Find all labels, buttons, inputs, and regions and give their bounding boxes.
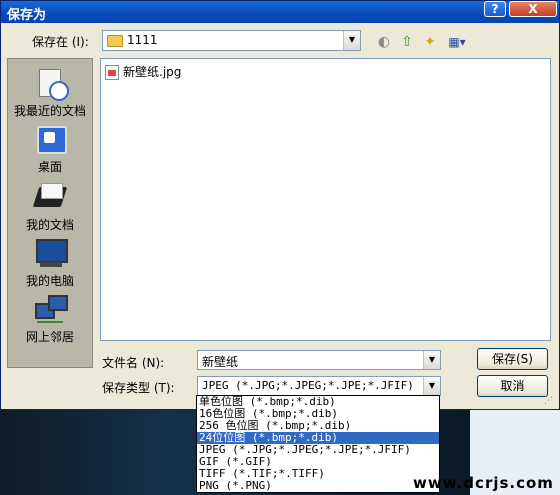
filename-input[interactable]: 新壁纸 ▼ [197, 350, 441, 370]
new-folder-icon[interactable]: ✦ [421, 34, 439, 50]
filetype-option[interactable]: GIF (*.GIF) [197, 456, 439, 468]
place-label: 网上邻居 [25, 330, 74, 344]
filetype-select[interactable]: JPEG (*.JPG;*.JPEG;*.JPE;*.JFIF) ▼ [197, 376, 441, 396]
filetype-option[interactable]: TIFF (*.TIF;*.TIFF) [197, 468, 439, 480]
filetype-value: JPEG (*.JPG;*.JPEG;*.JPE;*.JFIF) [202, 379, 414, 392]
place-my-computer[interactable]: 我的电脑 [8, 237, 92, 289]
chevron-down-icon[interactable]: ▼ [423, 351, 440, 369]
save-as-dialog: 保存为 ? X 保存在 (I): 1111 ▼ ◐ ⇧ ✦ ▦▾ 我最近的文档 … [0, 0, 560, 410]
network-places-icon [33, 293, 68, 325]
filetype-option[interactable]: JPEG (*.JPG;*.JPEG;*.JPE;*.JFIF) [197, 444, 439, 456]
filetype-option[interactable]: 256 色位图 (*.bmp;*.dib) [197, 420, 439, 432]
up-folder-icon[interactable]: ⇧ [398, 34, 416, 50]
filetype-option[interactable]: PNG (*.PNG) [197, 480, 439, 492]
place-label: 我的文档 [25, 218, 74, 232]
places-bar: 我最近的文档 桌面 我的文档 我的电脑 网上邻居 [7, 58, 93, 368]
folder-icon [107, 35, 123, 47]
file-item[interactable]: 新壁纸.jpg [105, 63, 181, 80]
views-menu-icon[interactable]: ▦▾ [445, 34, 469, 50]
save-in-value: 1111 [127, 33, 158, 47]
filetype-option[interactable]: 单色位图 (*.bmp;*.dib) [197, 396, 439, 408]
chevron-down-icon[interactable]: ▼ [423, 377, 440, 395]
dialog-title: 保存为 [7, 8, 47, 23]
save-in-combobox[interactable]: 1111 ▼ [102, 30, 361, 51]
save-in-label: 保存在 (I): [32, 35, 89, 49]
back-icon[interactable]: ◐ [375, 34, 393, 50]
place-desktop[interactable]: 桌面 [8, 123, 92, 175]
close-button[interactable]: X [509, 1, 557, 17]
watermark-text: www.dcrjs.com [413, 474, 554, 492]
filetype-option[interactable]: 24位位图 (*.bmp;*.dib) [197, 432, 439, 444]
title-bar[interactable]: 保存为 ? X [1, 1, 559, 23]
cancel-button[interactable]: 取消 [477, 375, 548, 397]
file-list[interactable]: 新壁纸.jpg [100, 58, 551, 341]
save-button[interactable]: 保存(S) [477, 348, 548, 370]
image-file-icon [105, 65, 119, 80]
recent-documents-icon [33, 67, 69, 101]
my-documents-icon [32, 181, 68, 213]
filetype-option[interactable]: 16色位图 (*.bmp;*.dib) [197, 408, 439, 420]
place-label: 桌面 [37, 160, 62, 174]
filetype-label: 保存类型 (T): [102, 381, 175, 395]
filetype-dropdown-list[interactable]: 单色位图 (*.bmp;*.dib) 16色位图 (*.bmp;*.dib) 2… [196, 395, 440, 493]
chevron-down-icon[interactable]: ▼ [343, 31, 360, 50]
resize-grip-icon[interactable]: ⋰ [544, 396, 556, 408]
place-my-documents[interactable]: 我的文档 [8, 181, 92, 233]
place-label: 我最近的文档 [13, 104, 86, 118]
my-computer-icon [33, 237, 68, 269]
place-recent-documents[interactable]: 我最近的文档 [8, 67, 92, 119]
file-name: 新壁纸.jpg [123, 65, 182, 79]
place-network[interactable]: 网上邻居 [8, 293, 92, 345]
desktop-icon [33, 123, 67, 155]
filename-label: 文件名 (N): [102, 356, 165, 370]
place-label: 我的电脑 [25, 274, 74, 288]
help-button[interactable]: ? [484, 1, 506, 17]
filename-value: 新壁纸 [202, 355, 239, 369]
